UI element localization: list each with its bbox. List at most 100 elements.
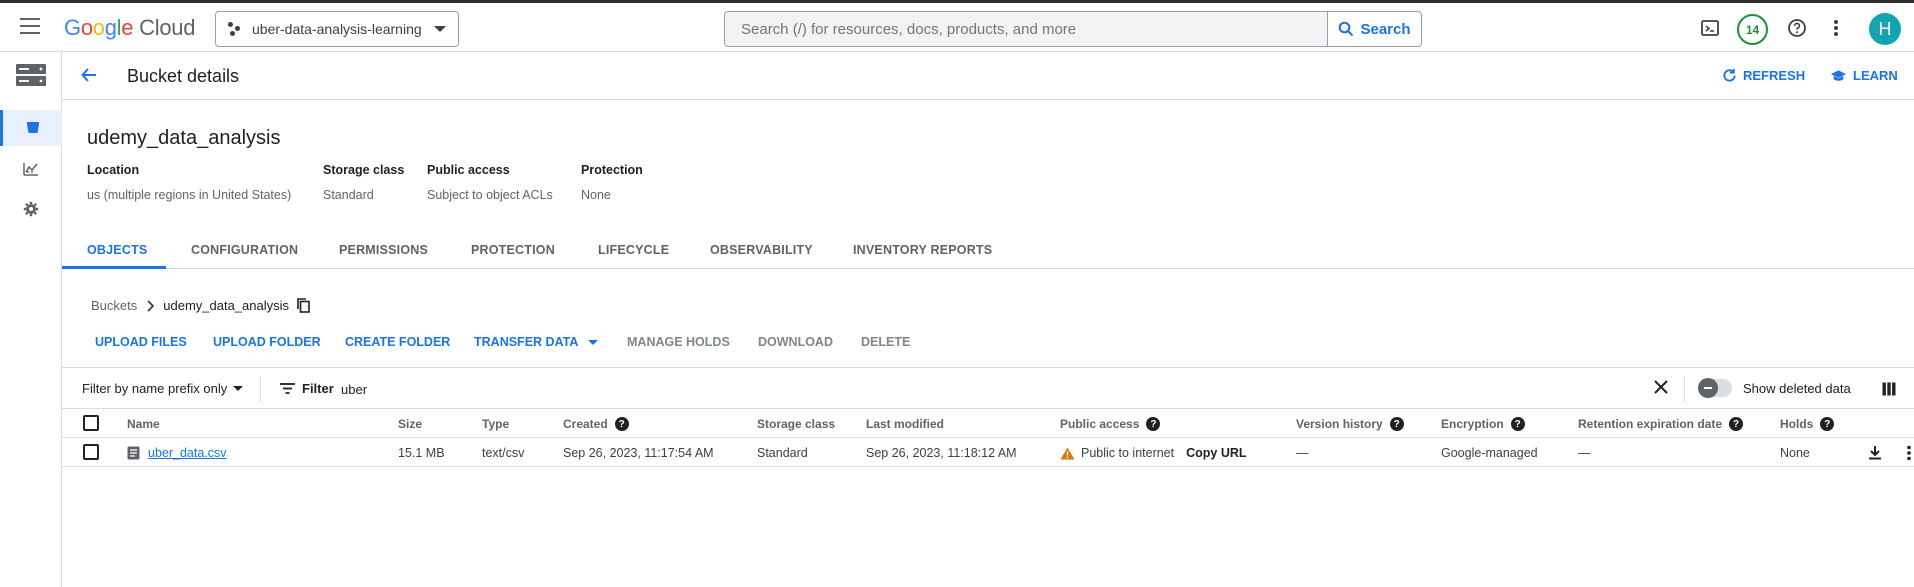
search-button[interactable]: Search [1327, 12, 1421, 46]
col-public-access[interactable]: Public access? [1060, 417, 1161, 431]
learn-button[interactable]: LEARN [1830, 68, 1898, 83]
settings-nav-icon[interactable] [0, 191, 62, 227]
download-icon[interactable] [1868, 445, 1882, 463]
row-checkbox[interactable] [83, 444, 99, 460]
more-vert-icon[interactable] [1833, 18, 1839, 41]
meta-storage-class: Storage class Standard [323, 163, 404, 202]
notifications-badge[interactable]: 14 [1737, 14, 1768, 45]
clear-filter-icon[interactable] [1654, 380, 1668, 397]
help-icon[interactable]: ? [614, 417, 629, 431]
transfer-data-button[interactable]: TRANSFER DATA [474, 335, 599, 349]
left-rail [0, 52, 62, 587]
search-icon [1339, 21, 1354, 37]
project-icon [228, 22, 242, 36]
tab-objects[interactable]: OBJECTS [87, 243, 147, 257]
table-header: Name Size Type Created? Storage class La… [62, 409, 1914, 438]
column-display-icon[interactable] [1882, 382, 1896, 399]
row-more-vert-icon[interactable] [1906, 445, 1912, 464]
show-deleted-toggle[interactable] [1698, 378, 1732, 398]
meta-value: Subject to object ACLs [427, 188, 553, 202]
cell-size: 15.1 MB [398, 446, 445, 460]
col-size[interactable]: Size [398, 417, 422, 431]
cell-retention: — [1578, 446, 1591, 460]
chevron-down-icon [434, 26, 446, 32]
tab-protection[interactable]: PROTECTION [471, 243, 555, 257]
copy-icon[interactable] [297, 298, 310, 313]
active-tab-indicator [62, 266, 166, 269]
delete-button[interactable]: DELETE [861, 335, 910, 349]
cell-last-modified: Sep 26, 2023, 11:18:12 AM [866, 446, 1017, 460]
breadcrumb: Buckets udemy_data_analysis [91, 298, 310, 313]
col-retention[interactable]: Retention expiration date? [1578, 417, 1744, 431]
copy-url-button[interactable]: Copy URL [1186, 446, 1246, 460]
col-name[interactable]: Name [127, 417, 160, 431]
select-all-checkbox[interactable] [83, 415, 99, 431]
filter-bar: Filter by name prefix only Filter Show d… [62, 367, 1914, 409]
breadcrumb-buckets[interactable]: Buckets [91, 298, 137, 313]
filter-prefix-label: Filter by name prefix only [82, 381, 228, 396]
storage-product-icon[interactable] [0, 57, 62, 93]
back-arrow-icon[interactable] [80, 66, 98, 87]
search-bar: Search [724, 11, 1422, 47]
meta-key: Protection [581, 163, 643, 177]
upload-files-button[interactable]: UPLOAD FILES [95, 335, 187, 349]
chevron-right-icon [147, 299, 155, 312]
download-button[interactable]: DOWNLOAD [758, 335, 833, 349]
col-created[interactable]: Created? [563, 417, 629, 431]
project-selector[interactable]: uber-data-analysis-learning [215, 11, 459, 47]
col-holds[interactable]: Holds? [1780, 417, 1835, 431]
cell-encryption: Google-managed [1441, 446, 1538, 460]
tab-observability[interactable]: OBSERVABILITY [710, 243, 813, 257]
logo-google-text: Google [64, 15, 134, 40]
warning-icon [1060, 447, 1075, 459]
help-icon[interactable]: ? [1729, 417, 1744, 431]
col-storage-class[interactable]: Storage class [757, 417, 835, 431]
help-icon[interactable]: ? [1389, 417, 1404, 431]
filter-label: Filter [302, 381, 334, 396]
page-header: Bucket details REFRESH LEARN [62, 52, 1914, 100]
chevron-down-icon [233, 386, 244, 391]
cloud-shell-icon[interactable] [1700, 18, 1720, 41]
col-version-history[interactable]: Version history? [1296, 417, 1404, 431]
refresh-label: REFRESH [1743, 68, 1806, 83]
manage-holds-button[interactable]: MANAGE HOLDS [627, 335, 730, 349]
learn-label: LEARN [1853, 68, 1898, 83]
meta-value: None [581, 188, 611, 202]
help-icon[interactable] [1787, 18, 1807, 41]
cell-created: Sep 26, 2023, 11:17:54 AM [563, 446, 714, 460]
create-folder-button[interactable]: CREATE FOLDER [345, 335, 450, 349]
refresh-button[interactable]: REFRESH [1722, 68, 1805, 83]
col-last-modified[interactable]: Last modified [866, 417, 944, 431]
cell-storage-class: Standard [757, 446, 808, 460]
cell-name: uber_data.csv [127, 446, 227, 460]
col-public-access-label: Public access [1060, 417, 1140, 431]
col-version-history-label: Version history [1296, 417, 1383, 431]
project-name: uber-data-analysis-learning [252, 21, 422, 37]
tab-permissions[interactable]: PERMISSIONS [339, 243, 428, 257]
help-icon[interactable]: ? [1510, 417, 1525, 431]
school-icon [1830, 69, 1847, 81]
filter-input[interactable] [341, 376, 1041, 402]
col-retention-label: Retention expiration date [1578, 417, 1723, 431]
upload-folder-button[interactable]: UPLOAD FOLDER [213, 335, 321, 349]
cell-public-access: Public to internet Copy URL [1060, 446, 1247, 460]
search-input[interactable] [725, 12, 1327, 46]
meta-protection: Protection None [581, 163, 643, 202]
file-name-link[interactable]: uber_data.csv [148, 446, 227, 460]
help-icon[interactable]: ? [1146, 417, 1161, 431]
buckets-nav-icon[interactable] [0, 110, 62, 146]
meta-public-access: Public access Subject to object ACLs [427, 163, 553, 202]
tab-inventory-reports[interactable]: INVENTORY REPORTS [853, 243, 992, 257]
meta-value: Standard [323, 188, 374, 202]
breadcrumb-current: udemy_data_analysis [163, 298, 289, 313]
col-type[interactable]: Type [482, 417, 509, 431]
google-cloud-logo[interactable]: Google Cloud [64, 15, 195, 41]
filter-prefix-dropdown[interactable]: Filter by name prefix only [82, 381, 244, 396]
help-icon[interactable]: ? [1820, 417, 1835, 431]
main-menu-icon[interactable] [20, 18, 40, 34]
monitoring-nav-icon[interactable] [0, 151, 62, 187]
col-encryption[interactable]: Encryption? [1441, 417, 1525, 431]
tab-configuration[interactable]: CONFIGURATION [191, 243, 298, 257]
tab-lifecycle[interactable]: LIFECYCLE [598, 243, 669, 257]
avatar[interactable]: H [1869, 13, 1901, 45]
